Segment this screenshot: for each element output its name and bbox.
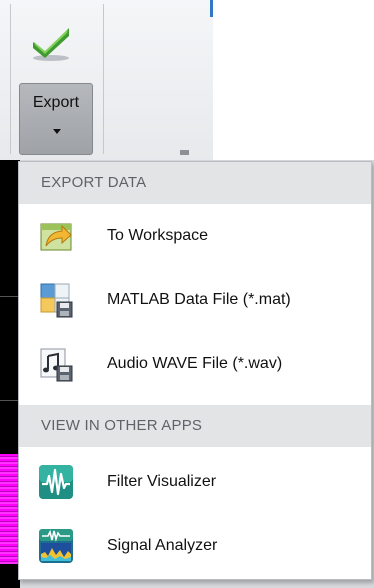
signal-analyzer-icon: [39, 529, 73, 563]
signal-trace: [0, 454, 18, 564]
green-check-icon: [33, 28, 69, 61]
menu-item-label: Signal Analyzer: [107, 537, 218, 554]
menu-item-label: MATLAB Data File (*.mat): [107, 291, 291, 308]
menu-item-matlab-data-file[interactable]: MATLAB Data File (*.mat): [19, 268, 371, 332]
plot-gridline: [0, 400, 20, 401]
export-dropdown-menu: EXPORT DATA To Workspace MATLAB Data Fil…: [18, 161, 372, 580]
toolstrip-empty-area: [213, 0, 374, 160]
menu-item-audio-wave-file[interactable]: Audio WAVE File (*.wav): [19, 332, 371, 396]
workspace-icon: [40, 223, 72, 251]
toolstrip-group-launcher[interactable]: [180, 150, 189, 155]
menu-item-label: Filter Visualizer: [107, 473, 217, 490]
section-header-view-in-other-apps: VIEW IN OTHER APPS: [19, 405, 371, 447]
export-button-label: Export: [32, 94, 80, 111]
toolstrip: Export: [0, 0, 213, 160]
chevron-down-icon: [53, 129, 61, 134]
section-header-export-data: EXPORT DATA: [19, 162, 371, 204]
mat-file-icon: [40, 283, 73, 318]
menu-item-label: To Workspace: [107, 227, 209, 244]
plot-gridline: [0, 296, 20, 297]
export-button[interactable]: Export: [19, 83, 93, 155]
toolstrip-separator: [103, 4, 104, 154]
menu-item-label: Audio WAVE File (*.wav): [107, 355, 283, 372]
wav-file-icon: [40, 348, 73, 382]
menu-item-filter-visualizer[interactable]: Filter Visualizer: [19, 450, 371, 514]
plot-area: [0, 160, 20, 588]
filter-visualizer-icon: [39, 465, 73, 499]
toolstrip-separator: [10, 4, 11, 154]
menu-item-signal-analyzer[interactable]: Signal Analyzer: [19, 514, 371, 578]
panel-divider: [210, 0, 213, 17]
menu-item-to-workspace[interactable]: To Workspace: [19, 204, 371, 268]
